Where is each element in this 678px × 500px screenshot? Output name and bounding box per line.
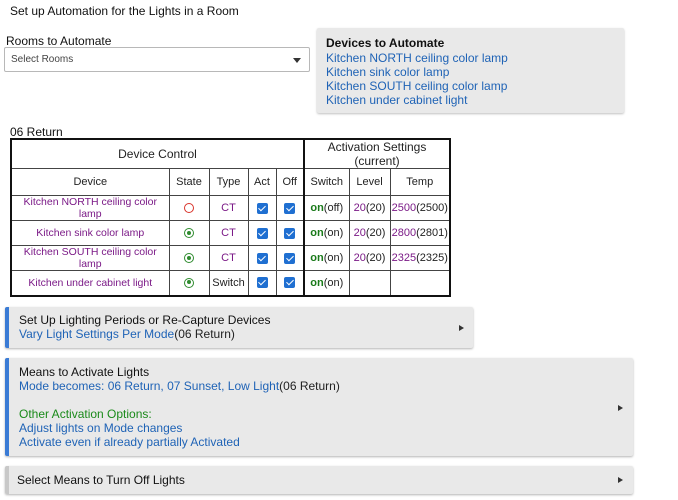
device-table: Device Control Activation Settings (curr… bbox=[10, 138, 451, 297]
device-link[interactable]: Kitchen NORTH ceiling color lamp bbox=[326, 51, 624, 65]
temp-cell[interactable]: 2800(2801) bbox=[389, 220, 451, 246]
page-title: Set up Automation for the Lights in a Ro… bbox=[10, 4, 239, 18]
col-switch: Switch bbox=[303, 168, 350, 196]
device-name-link[interactable]: Kitchen NORTH ceiling color lamp bbox=[24, 196, 157, 220]
device-link[interactable]: Kitchen SOUTH ceiling color lamp bbox=[326, 79, 624, 93]
col-temp: Temp bbox=[389, 168, 451, 196]
devices-panel-title: Devices to Automate bbox=[326, 36, 445, 50]
state-off-indicator[interactable] bbox=[184, 203, 194, 214]
state-on-indicator[interactable] bbox=[184, 253, 194, 264]
section-accent-bar bbox=[5, 358, 9, 456]
chevron-right-icon bbox=[459, 325, 464, 331]
off-checkbox[interactable] bbox=[284, 227, 296, 239]
act-checkbox[interactable] bbox=[256, 202, 268, 214]
rooms-label: Rooms to Automate bbox=[6, 34, 112, 48]
chevron-down-icon bbox=[293, 58, 301, 63]
level-cell bbox=[348, 270, 391, 296]
device-name-link[interactable]: Kitchen SOUTH ceiling color lamp bbox=[24, 246, 157, 270]
section-title: Select Means to Turn Off Lights bbox=[17, 473, 185, 487]
table-row: Kitchen SOUTH ceiling color lamp CT on(o… bbox=[10, 245, 451, 271]
col-device: Device bbox=[10, 168, 170, 196]
level-cell[interactable]: 20(20) bbox=[348, 220, 391, 246]
turn-off-lights-section[interactable]: Select Means to Turn Off Lights bbox=[5, 466, 633, 494]
switch-cell[interactable]: on(on) bbox=[303, 245, 350, 271]
chevron-right-icon bbox=[618, 405, 623, 411]
device-link[interactable]: Kitchen sink color lamp bbox=[326, 65, 624, 79]
activation-settings-header: Activation Settings (current) bbox=[303, 138, 451, 169]
act-checkbox[interactable] bbox=[256, 277, 268, 289]
device-type[interactable]: CT bbox=[208, 220, 249, 246]
device-name-link[interactable]: Kitchen sink color lamp bbox=[36, 227, 144, 239]
device-type[interactable]: CT bbox=[208, 245, 249, 271]
lighting-periods-section[interactable]: Set Up Lighting Periods or Re-Capture De… bbox=[5, 307, 473, 348]
switch-cell[interactable]: on(on) bbox=[303, 270, 350, 296]
device-name-link[interactable]: Kitchen under cabinet light bbox=[28, 277, 152, 289]
col-off: Off bbox=[275, 168, 305, 196]
activation-option-link[interactable]: Adjust lights on Mode changes bbox=[19, 421, 340, 435]
vary-settings-link[interactable]: Vary Light Settings Per Mode(06 Return) bbox=[19, 327, 270, 341]
rooms-select-placeholder: Select Rooms bbox=[11, 54, 74, 65]
temp-cell[interactable]: 2325(2325) bbox=[389, 245, 451, 271]
level-cell[interactable]: 20(20) bbox=[348, 195, 391, 221]
activate-lights-section[interactable]: Means to Activate Lights Mode becomes: 0… bbox=[5, 358, 633, 456]
col-type: Type bbox=[208, 168, 249, 196]
temp-cell bbox=[389, 270, 451, 296]
table-row: Kitchen sink color lamp CT on(on) 20(20)… bbox=[10, 220, 451, 246]
col-state: State bbox=[168, 168, 210, 196]
state-on-indicator[interactable] bbox=[184, 228, 194, 239]
device-link[interactable]: Kitchen under cabinet light bbox=[326, 93, 624, 107]
mode-activation-link[interactable]: Mode becomes: 06 Return, 07 Sunset, Low … bbox=[19, 379, 340, 393]
device-type[interactable]: CT bbox=[208, 195, 249, 221]
section-title: Means to Activate Lights bbox=[19, 365, 150, 379]
table-row: Kitchen NORTH ceiling color lamp CT on(o… bbox=[10, 195, 451, 221]
temp-cell[interactable]: 2500(2500) bbox=[389, 195, 451, 221]
table-row: Kitchen under cabinet light Switch on(on… bbox=[10, 270, 451, 296]
devices-to-automate-panel: Devices to Automate Kitchen NORTH ceilin… bbox=[317, 28, 624, 113]
off-checkbox[interactable] bbox=[284, 202, 296, 214]
off-checkbox[interactable] bbox=[284, 277, 296, 289]
rooms-select[interactable]: Select Rooms bbox=[4, 47, 310, 72]
device-control-header: Device Control bbox=[10, 138, 305, 169]
col-level: Level bbox=[348, 168, 391, 196]
section-title: Set Up Lighting Periods or Re-Capture De… bbox=[19, 313, 271, 327]
state-on-indicator[interactable] bbox=[184, 277, 194, 288]
switch-cell[interactable]: on(on) bbox=[303, 220, 350, 246]
mode-label: 06 Return bbox=[10, 125, 63, 139]
chevron-right-icon bbox=[618, 477, 623, 483]
section-accent-bar bbox=[5, 466, 9, 494]
other-activation-label: Other Activation Options: bbox=[19, 407, 152, 421]
off-checkbox[interactable] bbox=[284, 252, 296, 264]
switch-cell[interactable]: on(off) bbox=[303, 195, 350, 221]
device-type[interactable]: Switch bbox=[208, 270, 249, 296]
act-checkbox[interactable] bbox=[256, 227, 268, 239]
level-cell[interactable]: 20(20) bbox=[348, 245, 391, 271]
col-act: Act bbox=[247, 168, 277, 196]
activation-option-link[interactable]: Activate even if already partially Activ… bbox=[19, 435, 340, 449]
act-checkbox[interactable] bbox=[256, 252, 268, 264]
section-accent-bar bbox=[5, 307, 9, 348]
